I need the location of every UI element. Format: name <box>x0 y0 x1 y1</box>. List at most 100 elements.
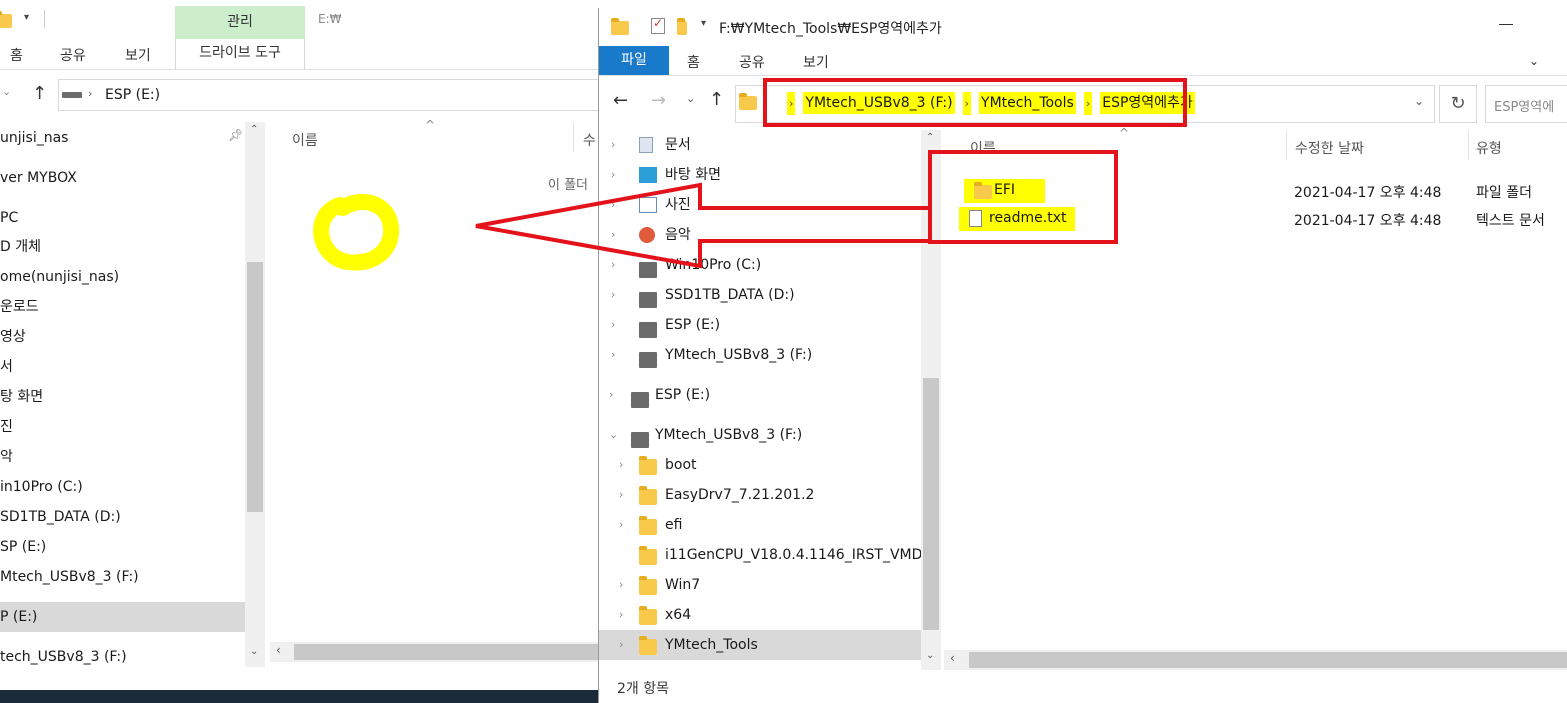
breadcrumb-chevron-icon[interactable]: › <box>1083 92 1093 115</box>
recent-locations-icon[interactable]: ⌄ <box>686 92 695 105</box>
nav-item[interactable]: 악 <box>0 442 245 472</box>
column-header-modified[interactable]: 수 <box>583 130 596 150</box>
tab-home[interactable]: 홈 <box>687 52 700 72</box>
nav-item-usb-f[interactable]: ⌄ YMtech_USBv8_3 (F:) <box>599 420 921 450</box>
column-separator[interactable] <box>573 122 574 152</box>
nav-item-folder[interactable]: i11GenCPU_V18.0.4.1146_IRST_VMD_2 <box>599 540 938 570</box>
expand-chevron-icon[interactable]: › <box>611 190 615 220</box>
column-separator[interactable] <box>1286 130 1287 160</box>
expand-chevron-icon[interactable]: › <box>619 600 623 630</box>
breadcrumb-drive[interactable]: YMtech_USBv8_3 (F:) <box>803 92 955 114</box>
breadcrumb-current[interactable]: ESP영역에추가 <box>1100 92 1195 114</box>
search-input[interactable]: ESP영역에 <box>1485 85 1567 123</box>
up-arrow-icon[interactable]: ↑ <box>709 89 724 110</box>
tab-share[interactable]: 공유 <box>60 45 86 65</box>
nav-item-music[interactable]: › 음악 <box>599 220 921 250</box>
nav-item[interactable]: ver MYBOX <box>0 163 245 193</box>
column-header-modified[interactable]: 수정한 날짜 <box>1295 138 1364 158</box>
nav-item-folder[interactable]: › boot <box>599 450 921 480</box>
expand-chevron-icon[interactable]: › <box>611 280 615 310</box>
nav-item[interactable]: Mtech_USBv8_3 (F:) <box>0 562 245 592</box>
nav-item-folder-selected[interactable]: › YMtech_Tools <box>599 630 921 660</box>
expand-chevron-icon[interactable]: › <box>611 220 615 250</box>
new-folder-icon[interactable] <box>677 18 687 35</box>
nav-item-folder[interactable]: › EasyDrv7_7.21.201.2 <box>599 480 921 510</box>
nav-item[interactable]: 탕 화면 <box>0 382 245 412</box>
expand-chevron-icon[interactable]: › <box>609 380 613 410</box>
nav-item[interactable]: unjisi_nas <box>0 123 245 153</box>
nav-item[interactable]: 진 <box>0 412 245 442</box>
scroll-left-icon[interactable]: ‹ <box>276 643 281 657</box>
tab-file[interactable]: 파일 <box>599 46 669 75</box>
nav-item[interactable]: ome(nunjisi_nas) <box>0 262 245 292</box>
tab-manage[interactable]: 관리 <box>175 6 305 39</box>
scroll-up-icon[interactable]: ⌃ <box>926 132 934 143</box>
expand-ribbon-icon[interactable]: ⌄ <box>1529 54 1539 68</box>
expand-chevron-icon[interactable]: › <box>611 340 615 370</box>
scroll-down-icon[interactable]: ⌄ <box>250 646 258 657</box>
expand-chevron-icon[interactable]: › <box>619 570 623 600</box>
quick-access-dropdown-icon[interactable]: ▾ <box>24 12 29 23</box>
nav-item-folder[interactable]: › efi <box>599 510 921 540</box>
nav-item-drive-f[interactable]: › YMtech_USBv8_3 (F:) <box>599 340 921 370</box>
nav-item-folder[interactable]: › x64 <box>599 600 921 630</box>
column-header-name[interactable]: 이름 <box>292 130 318 150</box>
expand-chevron-icon[interactable]: › <box>611 310 615 340</box>
nav-item[interactable]: 운로드 <box>0 292 245 322</box>
nav-item[interactable]: tech_USBv8_3 (F:) <box>0 642 245 672</box>
address-dropdown-icon[interactable]: ⌄ <box>1414 94 1424 108</box>
back-arrow-icon[interactable]: ← <box>613 90 628 111</box>
column-header-type[interactable]: 유형 <box>1476 138 1502 158</box>
nav-item[interactable]: 영상 <box>0 322 245 352</box>
tab-view[interactable]: 보기 <box>803 52 829 72</box>
breadcrumb-chevron-icon[interactable]: › <box>962 92 972 115</box>
nav-item[interactable]: SD1TB_DATA (D:) <box>0 502 245 532</box>
scrollbar-thumb[interactable] <box>969 652 1567 668</box>
file-row[interactable]: readme.txt 2021-04-17 오후 4:48 텍스트 문서 <box>944 204 1567 232</box>
expand-chevron-icon[interactable]: › <box>619 510 623 540</box>
left-address-text[interactable]: ESP (E:) <box>105 87 160 103</box>
column-separator[interactable] <box>1468 130 1469 160</box>
expand-chevron-icon[interactable]: › <box>611 130 615 160</box>
scroll-left-icon[interactable]: ‹ <box>950 651 955 665</box>
scrollbar-thumb[interactable] <box>294 644 600 660</box>
expand-chevron-icon[interactable]: › <box>619 480 623 510</box>
refresh-button[interactable]: ↻ <box>1439 85 1477 123</box>
scrollbar-thumb[interactable] <box>247 262 263 512</box>
scroll-up-icon[interactable]: ⌃ <box>250 124 258 135</box>
nav-item-esp-e[interactable]: › ESP (E:) <box>599 380 921 410</box>
quick-access-dropdown-icon[interactable]: ▾ <box>701 18 706 29</box>
nav-item[interactable]: D 개체 <box>0 232 245 262</box>
collapse-chevron-icon[interactable]: ⌄ <box>609 420 618 450</box>
column-header-name[interactable]: 이름 <box>970 138 996 158</box>
recent-locations-icon[interactable]: ⌄ <box>2 85 11 98</box>
nav-item-drive-e[interactable]: › ESP (E:) <box>599 310 921 340</box>
file-row[interactable]: EFI 2021-04-17 오후 4:48 파일 폴더 <box>944 176 1567 204</box>
nav-item[interactable]: PC <box>0 203 245 233</box>
nav-item[interactable]: in10Pro (C:) <box>0 472 245 502</box>
expand-chevron-icon[interactable]: › <box>611 160 615 190</box>
forward-arrow-icon[interactable]: → <box>651 90 666 111</box>
minimize-icon[interactable] <box>1499 24 1513 25</box>
left-nav-scrollbar[interactable]: ⌃ ⌄ <box>245 122 265 667</box>
nav-item-folder[interactable]: › Win7 <box>599 570 921 600</box>
expand-chevron-icon[interactable]: › <box>619 630 623 660</box>
breadcrumb-folder[interactable]: YMtech_Tools <box>979 92 1076 114</box>
nav-item[interactable]: SP (E:) <box>0 532 245 562</box>
properties-icon[interactable]: ✓ <box>651 16 665 34</box>
nav-item-drive-c[interactable]: › Win10Pro (C:) <box>599 250 921 280</box>
scrollbar-thumb[interactable] <box>923 378 939 630</box>
nav-item-documents[interactable]: › 문서 <box>599 130 921 160</box>
tab-share[interactable]: 공유 <box>739 52 765 72</box>
scroll-down-icon[interactable]: ⌄ <box>926 650 934 661</box>
nav-item[interactable]: 서 <box>0 352 245 382</box>
expand-chevron-icon[interactable]: › <box>611 250 615 280</box>
left-horizontal-scrollbar[interactable]: ‹ <box>270 642 600 662</box>
tab-view[interactable]: 보기 <box>125 45 151 65</box>
right-horizontal-scrollbar[interactable]: ‹ <box>944 650 1567 670</box>
right-nav-scrollbar[interactable]: ⌃ ⌄ <box>921 130 941 670</box>
tab-home[interactable]: 홈 <box>10 45 23 65</box>
breadcrumb-chevron-icon[interactable]: › <box>88 87 92 100</box>
nav-item-selected[interactable]: P (E:) <box>0 602 245 632</box>
nav-item-desktop[interactable]: › 바탕 화면 <box>599 160 921 190</box>
